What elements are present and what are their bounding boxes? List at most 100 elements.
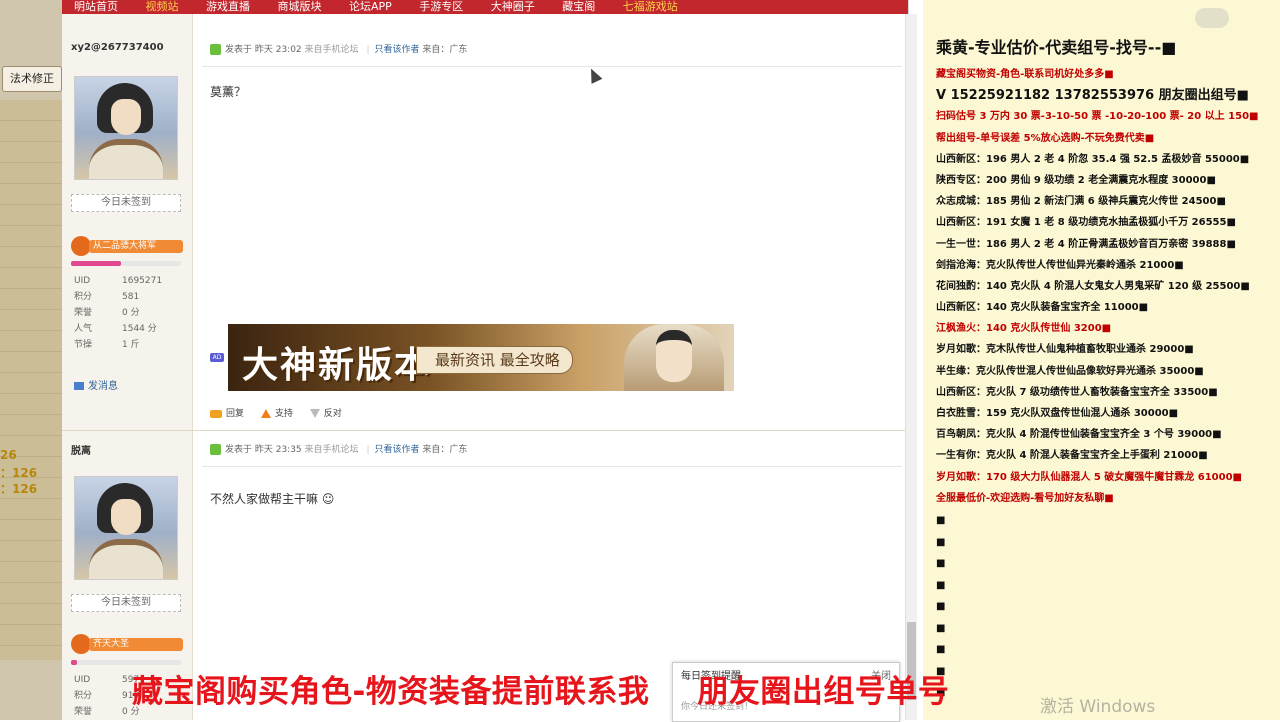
windows-activation-watermark: 激活 Windows: [1040, 697, 1156, 717]
sidebar-line: 扫码估号 3 万内 30 票-3-10-50 票 -10-20-100 票- 2…: [936, 111, 1259, 123]
sidebar-bullet: ■: [936, 515, 946, 526]
post-content: 不然人家做帮主干嘛 ☺: [210, 492, 335, 506]
medal-icon: [71, 634, 91, 654]
stat-key: 人气: [74, 324, 93, 334]
level-progress-bar: [71, 261, 181, 266]
checkin-status: 今日未签到: [71, 594, 181, 612]
nav-item[interactable]: 视频站: [134, 1, 191, 13]
stat-key: 积分: [74, 292, 93, 302]
send-message-link[interactable]: 发消息: [74, 377, 118, 392]
reply-icon: [210, 409, 222, 418]
post-time: 发表于 昨天 23:35: [225, 445, 302, 455]
stat-value: 581: [122, 292, 140, 302]
stat-key: 荣誉: [74, 707, 93, 717]
stat-value: 26: [0, 448, 17, 462]
rank-badge: 从二品骠大将军: [71, 236, 183, 256]
sidebar-bullet: ■: [936, 558, 946, 569]
sidebar-line: 江枫渔火：140 克火队传世仙 3200■: [936, 323, 1112, 335]
stat-value: ：126: [0, 466, 38, 480]
support-button[interactable]: 支持: [260, 409, 293, 419]
thumbs-up-icon: [260, 409, 271, 418]
reply-button[interactable]: 回复: [210, 409, 244, 419]
level-progress-fill: [71, 261, 121, 266]
post-actions: 回复 支持 反对: [210, 406, 356, 419]
post-location: 来自：广东: [422, 445, 468, 455]
game-client-strip: 法术修正 26 ：126 ：126: [0, 0, 62, 720]
post-meta: 发表于 昨天 23:35 来自手机论坛 | 只看该作者 来自：广东: [210, 442, 467, 455]
avatar[interactable]: [74, 76, 178, 180]
send-message-label: 发消息: [88, 381, 118, 392]
nav-item[interactable]: 游戏直播: [194, 1, 262, 13]
stat-key: 荣誉: [74, 308, 93, 318]
stat-value: 1544 分: [122, 324, 157, 334]
rank-label: 齐天大圣: [89, 638, 183, 651]
post-content: 莫薰？: [210, 85, 247, 99]
sidebar-bullet: ■: [936, 579, 946, 591]
sidebar-line: 藏宝阁买物资-角色-联系司机好处多多■: [936, 69, 1114, 80]
ad-tag: AD: [210, 353, 224, 362]
stat-value: ：126: [0, 482, 38, 496]
stream-sidebar: 乘黄-专业估价-代卖组号-找号--■ 藏宝阁买物资-角色-联系司机好处多多■ V …: [923, 0, 1280, 720]
level-progress-bar: [71, 660, 181, 665]
nav-item[interactable]: 手游专区: [407, 1, 475, 13]
sidebar-line: 山西新区：196 男人 2 老 4 阶忽 35.4 强 52.5 孟极妙音 55…: [936, 153, 1250, 165]
nav-item[interactable]: 明站首页: [62, 1, 130, 13]
caption-left: 藏宝阁购买角色-物资装备提前联系我: [132, 674, 650, 710]
ad-banner[interactable]: 大神新版本 最新资讯 最全攻略: [228, 324, 734, 391]
only-author-link[interactable]: 只看该作者: [374, 45, 419, 55]
sidebar-headline: 乘黄-专业估价-代卖组号-找号--■: [936, 38, 1177, 57]
nav-item[interactable]: 大神圈子: [479, 1, 547, 13]
banner-character: [624, 324, 724, 391]
nav-item[interactable]: 藏宝阁: [550, 1, 607, 13]
rank-label: 从二品骠大将军: [89, 240, 183, 253]
post-author-username[interactable]: xy2@267737400: [71, 42, 164, 53]
avatar[interactable]: [74, 476, 178, 580]
post-icon: [210, 44, 221, 55]
divider: [202, 466, 902, 467]
sidebar-line: 一生一世：186 男人 2 老 4 阶正骨满孟极妙音百万亲密 39888■: [936, 238, 1236, 250]
stat-key: UID: [74, 276, 91, 286]
tab-spell-correction[interactable]: 法术修正: [2, 66, 62, 92]
author-stats: UID 1695271 积分 581 荣誉 0 分 人气 1544 分 节操 1 斤: [74, 273, 162, 353]
game-list-rows: [0, 100, 62, 660]
stat-value: 1 斤: [122, 340, 140, 350]
only-author-link[interactable]: 只看该作者: [374, 445, 419, 455]
nav-item[interactable]: 商城版块: [266, 1, 334, 13]
scrollbar[interactable]: [905, 14, 917, 720]
stat-value: 1695271: [122, 276, 163, 286]
thumbs-down-icon: [309, 409, 320, 418]
oppose-button[interactable]: 反对: [309, 409, 342, 419]
mouse-cursor-icon: [585, 66, 603, 84]
sidebar-line: 花间独酌：140 克火队 4 阶混人女鬼女人男鬼采矿 120 级 25500■: [936, 280, 1250, 292]
mail-icon: [74, 382, 84, 390]
stat-key: UID: [74, 675, 91, 685]
post-source: 来自手机论坛: [304, 445, 359, 455]
caption-right: 朋友圈出组号单号: [697, 674, 950, 710]
camera-overlay: [1195, 8, 1229, 28]
sidebar-line: 山西新区：140 克火队装备宝宝齐全 11000■: [936, 302, 1149, 314]
post-location: 来自：广东: [422, 45, 468, 55]
divider: [202, 66, 902, 67]
sidebar-line: 半生缘：克火队传世混人传世仙品像软好异光通杀 35000■: [936, 365, 1204, 377]
checkin-status: 今日未签到: [71, 194, 181, 212]
sidebar-line: 百鸟朝凤：克火队 4 阶混传世仙装备宝宝齐全 3 个号 39000■: [936, 429, 1222, 441]
post-icon: [210, 444, 221, 455]
sidebar-bullet: ■: [936, 601, 946, 612]
sidebar-bullet: ■: [936, 644, 946, 655]
post-separator: [62, 430, 905, 431]
sidebar-bullet: ■: [936, 622, 946, 634]
post-author-username[interactable]: 脱离: [71, 442, 91, 457]
sidebar-line: 山西新区：克火队 7 级功绩传世人畜牧装备宝宝齐全 33500■: [936, 386, 1218, 398]
stream-caption: 藏宝阁购买角色-物资装备提前联系我 朋友圈出组号单号: [132, 666, 949, 711]
post-source: 来自手机论坛: [304, 45, 359, 55]
sidebar-line: 帮出组号-单号误差 5%放心选购-不玩免费代卖■: [936, 132, 1155, 144]
nav-item[interactable]: 七福游戏站: [611, 1, 690, 13]
sidebar-line: 白衣胜雪：159 克火队双盘传世仙混人通杀 30000■: [936, 408, 1179, 419]
stat-key: 积分: [74, 691, 93, 701]
nav-item[interactable]: 论坛APP: [337, 1, 404, 13]
forum-thread: 明站首页 视频站 游戏直播 商城版块 论坛APP 手游专区 大神圈子 藏宝阁 七…: [62, 0, 917, 722]
sidebar-line: 剑指沧海：克火队传世人传世仙异光秦岭通杀 21000■: [936, 259, 1184, 271]
sidebar-line: 岁月如歌：170 级大力队仙器混人 5 破女魔强牛魔甘霖龙 61000■: [936, 471, 1242, 483]
sidebar-line: 山西新区：191 女魔 1 老 8 级功绩克水抽孟极狐小千万 26555■: [936, 217, 1236, 229]
sidebar-line: 岁月如歌：克木队传世人仙鬼种植畜牧职业通杀 29000■: [936, 344, 1194, 356]
